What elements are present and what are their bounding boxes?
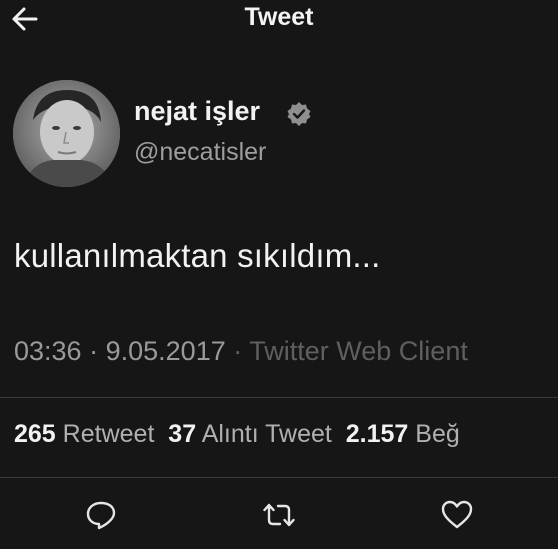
tweet-detail-page: Tweet nejat işler @necatisler kullanılma… xyxy=(0,0,558,549)
user-handle[interactable]: @necatisler xyxy=(134,138,266,167)
tweet-meta: 03:36 · 9.05.2017 · Twitter Web Client xyxy=(14,336,468,367)
like-button[interactable] xyxy=(440,498,474,532)
likes-count: 2.157 xyxy=(345,420,409,448)
quotes-stat[interactable]: 37 Alıntı Tweet xyxy=(168,420,332,448)
retweets-label: Retweet xyxy=(62,420,155,448)
tweet-time[interactable]: 03:36 xyxy=(14,336,82,366)
retweet-button[interactable] xyxy=(262,498,296,532)
meta-separator: · xyxy=(89,336,99,366)
reply-icon xyxy=(86,501,116,530)
tweet-stats: 265 Retweet 37 Alıntı Tweet 2.157 Beğ xyxy=(14,420,460,449)
verified-badge-icon xyxy=(287,102,311,126)
retweets-count: 265 xyxy=(14,420,56,448)
meta-separator: · xyxy=(233,336,243,366)
divider xyxy=(0,477,558,478)
retweet-icon xyxy=(263,503,295,527)
tweet-date[interactable]: 9.05.2017 xyxy=(106,336,226,366)
quotes-label: Alıntı Tweet xyxy=(201,420,332,448)
likes-label: Beğ xyxy=(415,420,460,448)
likes-stat[interactable]: 2.157 Beğ xyxy=(346,420,460,448)
page-title: Tweet xyxy=(244,3,314,31)
tweet-text: kullanılmaktan sıkıldım... xyxy=(14,237,381,274)
tweet-client[interactable]: Twitter Web Client xyxy=(249,336,468,366)
divider xyxy=(0,397,558,398)
heart-icon xyxy=(441,500,473,529)
header-bar: Tweet xyxy=(0,0,558,40)
avatar[interactable] xyxy=(13,80,120,187)
retweets-stat[interactable]: 265 Retweet xyxy=(14,420,154,448)
quotes-count: 37 xyxy=(168,420,197,448)
display-name[interactable]: nejat işler xyxy=(134,96,260,127)
reply-button[interactable] xyxy=(84,498,118,532)
profile-photo xyxy=(13,80,120,187)
